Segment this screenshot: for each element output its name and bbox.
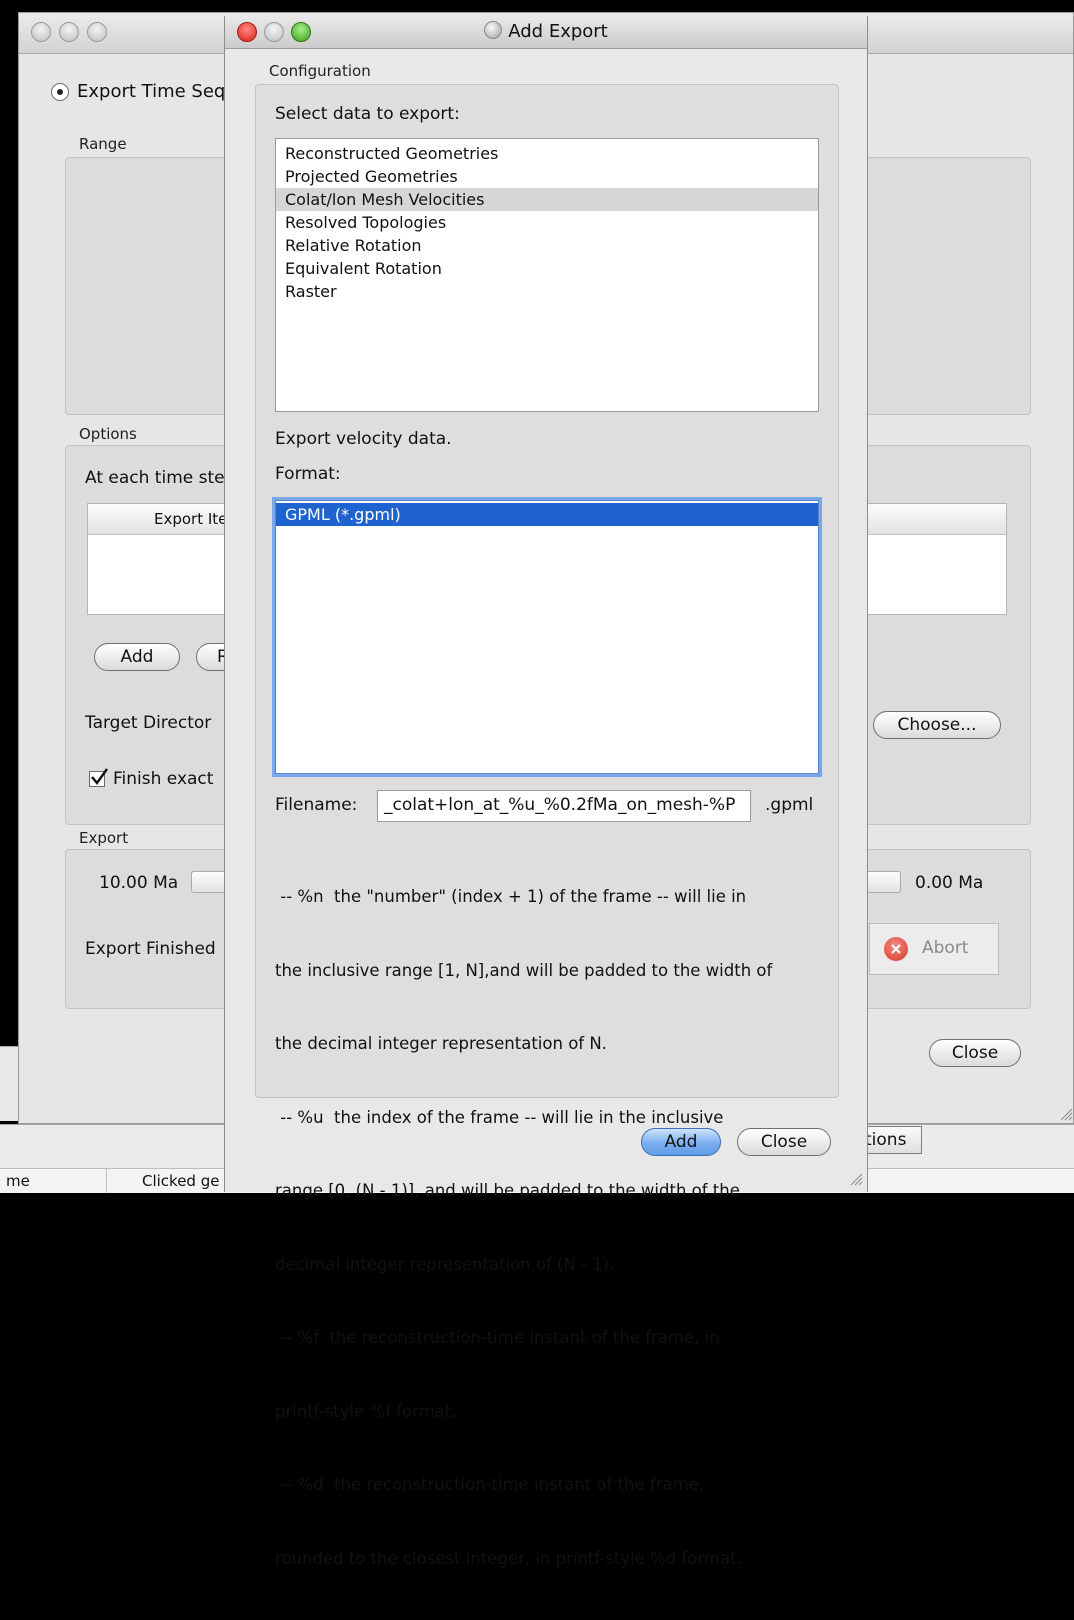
help-line: range [0, (N - 1)], and will be padded t… xyxy=(275,1181,740,1200)
list-item[interactable]: Equivalent Rotation xyxy=(276,257,818,280)
help-line: -- %u the index of the frame -- will lie… xyxy=(275,1107,724,1127)
resize-grip-icon[interactable] xyxy=(1059,1107,1073,1121)
finish-exactly-checkbox[interactable] xyxy=(89,768,109,787)
export-data-list[interactable]: Reconstructed Geometries Projected Geome… xyxy=(275,138,819,412)
list-item[interactable]: Relative Rotation xyxy=(276,234,818,257)
help-line: -- %f the reconstruction-time instant of… xyxy=(275,1328,720,1347)
export-progress-bar-end xyxy=(865,871,901,893)
filename-input[interactable]: _colat+lon_at_%u_%0.2fMa_on_mesh-%P xyxy=(377,790,751,822)
minimize-window-button[interactable] xyxy=(59,22,79,42)
range-group-label: Range xyxy=(79,135,127,153)
help-line: printf-style %f format. xyxy=(275,1401,457,1421)
abort-label: Abort xyxy=(922,938,969,958)
list-item-selected[interactable]: Colat/lon Mesh Velocities xyxy=(276,188,818,211)
help-line: the decimal integer representation of N. xyxy=(275,1034,607,1053)
dialog-title: Add Export xyxy=(508,21,608,42)
help-line: decimal integer representation of (N - 1… xyxy=(275,1254,615,1274)
dialog-title-wrap: Add Export xyxy=(225,21,867,42)
list-item[interactable]: Resolved Topologies xyxy=(276,211,818,234)
format-list[interactable]: GPML (*.gpml) xyxy=(275,500,819,774)
choose-directory-button[interactable]: Choose... xyxy=(873,711,1001,739)
main-window-edge xyxy=(0,1046,18,1121)
close-export-window-button[interactable]: Close xyxy=(929,1039,1021,1067)
status-left-text: me xyxy=(6,1172,30,1190)
app-icon xyxy=(484,21,503,39)
abort-icon xyxy=(884,937,908,961)
help-line: rounded to the closest integer, in print… xyxy=(275,1548,742,1568)
checkmark-icon xyxy=(91,768,109,786)
status-divider xyxy=(106,1169,107,1193)
add-export-dialog: Add Export Configuration Select data to … xyxy=(224,16,868,1568)
list-item[interactable]: Raster xyxy=(276,280,818,303)
zoom-window-button[interactable] xyxy=(87,22,107,42)
export-time-sequence-radio[interactable] xyxy=(51,83,69,101)
configuration-group-label: Configuration xyxy=(269,62,371,80)
filename-extension: .gpml xyxy=(765,795,814,815)
list-item[interactable]: Projected Geometries xyxy=(276,165,818,188)
abort-button[interactable]: Abort xyxy=(869,923,999,975)
select-data-label: Select data to export: xyxy=(275,104,460,124)
target-directory-label: Target Director xyxy=(85,713,212,733)
radio-dot-icon xyxy=(57,89,63,95)
radio-label: Export Time Seq xyxy=(77,81,226,102)
at-each-time-step-label: At each time ste xyxy=(85,468,225,488)
status-clicked-text: Clicked ge xyxy=(142,1172,220,1190)
format-items: GPML (*.gpml) xyxy=(276,503,818,526)
help-line: the inclusive range [1, N],and will be p… xyxy=(275,960,773,980)
finish-exactly-label: Finish exact xyxy=(113,769,214,789)
options-group-label: Options xyxy=(79,425,137,443)
filename-label: Filename: xyxy=(275,795,358,815)
start-time-label: 10.00 Ma xyxy=(99,873,179,893)
close-dialog-button[interactable]: Close xyxy=(737,1128,831,1156)
help-line: -- %n the "number" (index + 1) of the fr… xyxy=(275,887,747,906)
list-item[interactable]: Reconstructed Geometries xyxy=(276,142,818,165)
dialog-resize-grip-icon[interactable] xyxy=(849,1172,863,1186)
add-export-button[interactable]: Add xyxy=(641,1128,721,1156)
export-items-column-header[interactable]: Export Ite xyxy=(154,510,227,528)
export-finished-label: Export Finished xyxy=(85,939,216,959)
format-label: Format: xyxy=(275,464,341,484)
export-data-items: Reconstructed Geometries Projected Geome… xyxy=(276,142,818,303)
format-item-selected[interactable]: GPML (*.gpml) xyxy=(276,503,818,526)
data-description: Export velocity data. xyxy=(275,429,452,449)
filename-help-text: -- %n the "number" (index + 1) of the fr… xyxy=(275,836,825,1620)
options-button-partial[interactable]: tions xyxy=(860,1126,922,1154)
export-group-label: Export xyxy=(79,829,129,847)
help-line: -- %d the reconstruction-time instant of… xyxy=(275,1475,705,1494)
dialog-titlebar: Add Export xyxy=(225,16,867,49)
end-time-label: 0.00 Ma xyxy=(915,873,984,893)
add-item-button[interactable]: Add xyxy=(94,643,180,671)
close-window-button[interactable] xyxy=(31,22,51,42)
